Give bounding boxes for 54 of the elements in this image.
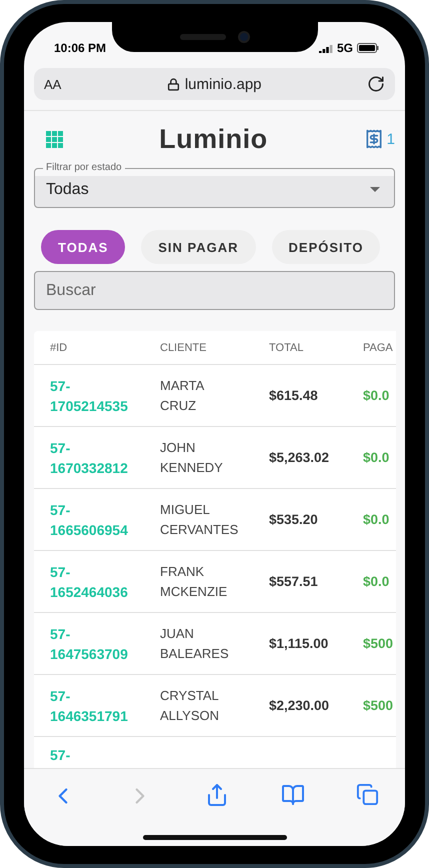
text-size-button[interactable]: AA <box>44 76 62 92</box>
tabs-icon[interactable] <box>356 783 380 806</box>
filter-label: Filtrar por estado <box>45 162 123 174</box>
dropdown-caret-icon <box>370 187 380 192</box>
total-amount: $557.51 <box>268 574 319 589</box>
reload-icon[interactable] <box>367 75 385 93</box>
filter-chip[interactable]: DEPÓSITO <box>272 230 380 264</box>
menu-icon[interactable] <box>46 130 63 148</box>
column-header: PAGA <box>362 342 394 354</box>
id-link[interactable]: 57-1646351791 <box>34 686 144 726</box>
total-amount: $615.48 <box>268 388 319 403</box>
id-link[interactable]: 57-1665606954 <box>34 500 144 540</box>
paid-amount: $0.0 <box>362 388 390 403</box>
signal-icon <box>318 44 333 52</box>
receipt-icon[interactable] <box>364 129 384 149</box>
battery-icon <box>357 43 379 53</box>
paid-amount: $0.0 <box>362 574 390 589</box>
client-name: JOHN KENNEDY <box>159 438 224 476</box>
speaker <box>180 34 226 40</box>
paid-amount: $500 <box>362 698 394 713</box>
filter-chip[interactable]: TODAS <box>41 230 126 264</box>
book-icon[interactable] <box>280 783 305 807</box>
total-amount: $2,230.00 <box>268 698 330 713</box>
total-amount: $535.20 <box>268 512 319 527</box>
network-type: 5G <box>336 41 353 55</box>
id-link[interactable]: 57- <box>34 745 144 765</box>
status-time: 10:06 PM <box>54 41 106 55</box>
id-link[interactable]: 57-1652464036 <box>34 562 144 602</box>
status-filter-select[interactable]: Filtrar por estado Todas <box>34 162 395 208</box>
filter-chip[interactable]: SIN PAGAR <box>141 230 256 264</box>
column-header: CLIENTE <box>159 342 208 354</box>
id-link[interactable]: 57-1647563709 <box>34 624 144 664</box>
search-field[interactable]: Buscar <box>34 271 395 310</box>
paid-amount: $0.0 <box>362 512 390 527</box>
id-link[interactable]: 57-1670332812 <box>34 438 144 478</box>
column-header: #ID <box>49 342 68 354</box>
total-amount: $5,263.02 <box>268 450 330 465</box>
client-name: CRYSTAL ALLYSON <box>159 686 220 724</box>
paid-amount: $500 <box>362 636 394 651</box>
filter-value: Todas <box>46 180 89 198</box>
paid-amount: $0.0 <box>362 450 390 465</box>
address-bar[interactable]: AA luminio.app <box>34 68 395 100</box>
lock-icon <box>166 78 180 90</box>
column-header: TOTAL <box>268 342 304 354</box>
camera <box>238 31 250 43</box>
total-amount: $1,115.00 <box>268 636 330 651</box>
url-text: luminio.app <box>184 76 262 92</box>
logo: Luminio <box>159 124 268 154</box>
client-name: MARTA CRUZ <box>159 376 206 414</box>
receipt-count: 1 <box>386 130 395 148</box>
client-name: JUAN BALEARES <box>159 624 230 662</box>
client-name: FRANK MCKENZIE <box>159 562 228 600</box>
id-link[interactable]: 57-1705214535 <box>34 376 144 416</box>
client-name: MIGUEL CERVANTES <box>159 500 240 538</box>
